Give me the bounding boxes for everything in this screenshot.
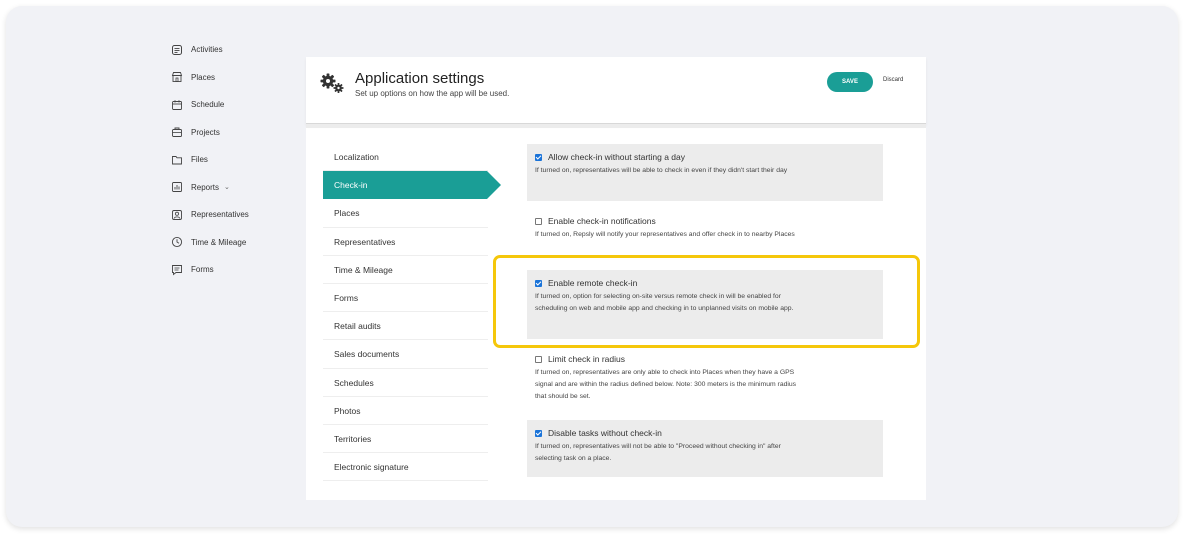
submenu-item-electronic-signature[interactable]: Electronic signature <box>323 453 488 482</box>
allow-check-in-checkbox[interactable] <box>535 153 542 161</box>
nav-label: Representatives <box>191 210 249 220</box>
option-label: Disable tasks without check-in <box>548 428 662 438</box>
nav-item-projects[interactable]: Projects <box>170 119 290 147</box>
option-description: If turned on, Repsly will notify your re… <box>535 231 795 238</box>
submenu-item-time-mileage[interactable]: Time & Mileage <box>323 256 488 284</box>
option-disable-tasks: Disable tasks without check-in If turned… <box>527 420 883 477</box>
option-allow-check-in: Allow check-in without starting a day If… <box>527 144 883 201</box>
nav-item-forms[interactable]: Forms <box>170 256 290 284</box>
check-in-notifications-checkbox[interactable] <box>535 217 542 225</box>
submenu-item-sales-documents[interactable]: Sales documents <box>323 340 488 369</box>
nav-item-time-mileage[interactable]: Time & Mileage <box>170 229 290 257</box>
option-limit-radius: Limit check in radius If turned on, repr… <box>527 346 883 416</box>
submenu-item-forms[interactable]: Forms <box>323 284 488 313</box>
limit-radius-checkbox[interactable] <box>535 355 542 363</box>
option-label: Limit check in radius <box>548 354 626 364</box>
nav-item-activities[interactable]: Activities <box>170 36 290 64</box>
submenu-item-representatives[interactable]: Representatives <box>323 228 488 256</box>
submenu-item-photos[interactable]: Photos <box>323 397 488 425</box>
nav-label: Activities <box>191 45 223 55</box>
left-nav: Activities Places Schedule Projects File… <box>170 36 290 284</box>
projects-icon <box>170 126 183 139</box>
nav-item-schedule[interactable]: Schedule <box>170 91 290 119</box>
nav-label: Reports <box>191 182 220 192</box>
panel-header: Application settings Set up options on h… <box>306 57 926 124</box>
submenu-item-check-in[interactable]: Check-in <box>323 171 501 200</box>
option-description: If turned on, representatives will be ab… <box>535 167 788 174</box>
clock-icon <box>170 236 183 249</box>
nav-label: Places <box>191 72 216 82</box>
submenu-item-localization[interactable]: Localization <box>323 143 488 172</box>
option-description: If turned on, representatives are only a… <box>535 369 797 400</box>
option-label: Enable check-in notifications <box>548 216 656 226</box>
nav-item-representatives[interactable]: Representatives <box>170 201 290 229</box>
chevron-down-icon[interactable]: ⌄ <box>224 183 230 191</box>
nav-label: Files <box>191 155 208 165</box>
form-icon <box>170 263 183 276</box>
nav-item-reports[interactable]: Reports ⌄ <box>170 174 290 202</box>
nav-label: Projects <box>191 127 220 137</box>
folder-icon <box>170 153 183 166</box>
save-button[interactable]: SAVE <box>827 72 873 92</box>
page-subtitle: Set up options on how the app will be us… <box>355 89 510 98</box>
nav-item-files[interactable]: Files <box>170 146 290 174</box>
option-label: Allow check-in without starting a day <box>548 152 686 162</box>
chart-icon <box>170 181 183 194</box>
gears-icon <box>318 71 346 95</box>
option-description: If turned on, representatives will not b… <box>535 443 781 462</box>
activities-icon <box>170 43 183 56</box>
page-title: Application settings <box>355 70 485 87</box>
header-divider <box>306 124 926 128</box>
submenu-item-places[interactable]: Places <box>323 199 488 228</box>
disable-tasks-checkbox[interactable] <box>535 429 542 437</box>
nav-label: Schedule <box>191 100 225 110</box>
settings-submenu: Localization Check-in Places Representat… <box>323 143 501 482</box>
calendar-icon <box>170 98 183 111</box>
submenu-item-retail-audits[interactable]: Retail audits <box>323 312 488 341</box>
highlight-box <box>493 255 920 348</box>
submenu-item-schedules[interactable]: Schedules <box>323 369 488 397</box>
discard-button[interactable]: Discard <box>883 77 903 83</box>
store-icon <box>170 71 183 84</box>
person-icon <box>170 208 183 221</box>
nav-label: Time & Mileage <box>191 237 247 247</box>
nav-label: Forms <box>191 265 214 275</box>
submenu-item-territories[interactable]: Territories <box>323 425 488 454</box>
nav-item-places[interactable]: Places <box>170 64 290 92</box>
